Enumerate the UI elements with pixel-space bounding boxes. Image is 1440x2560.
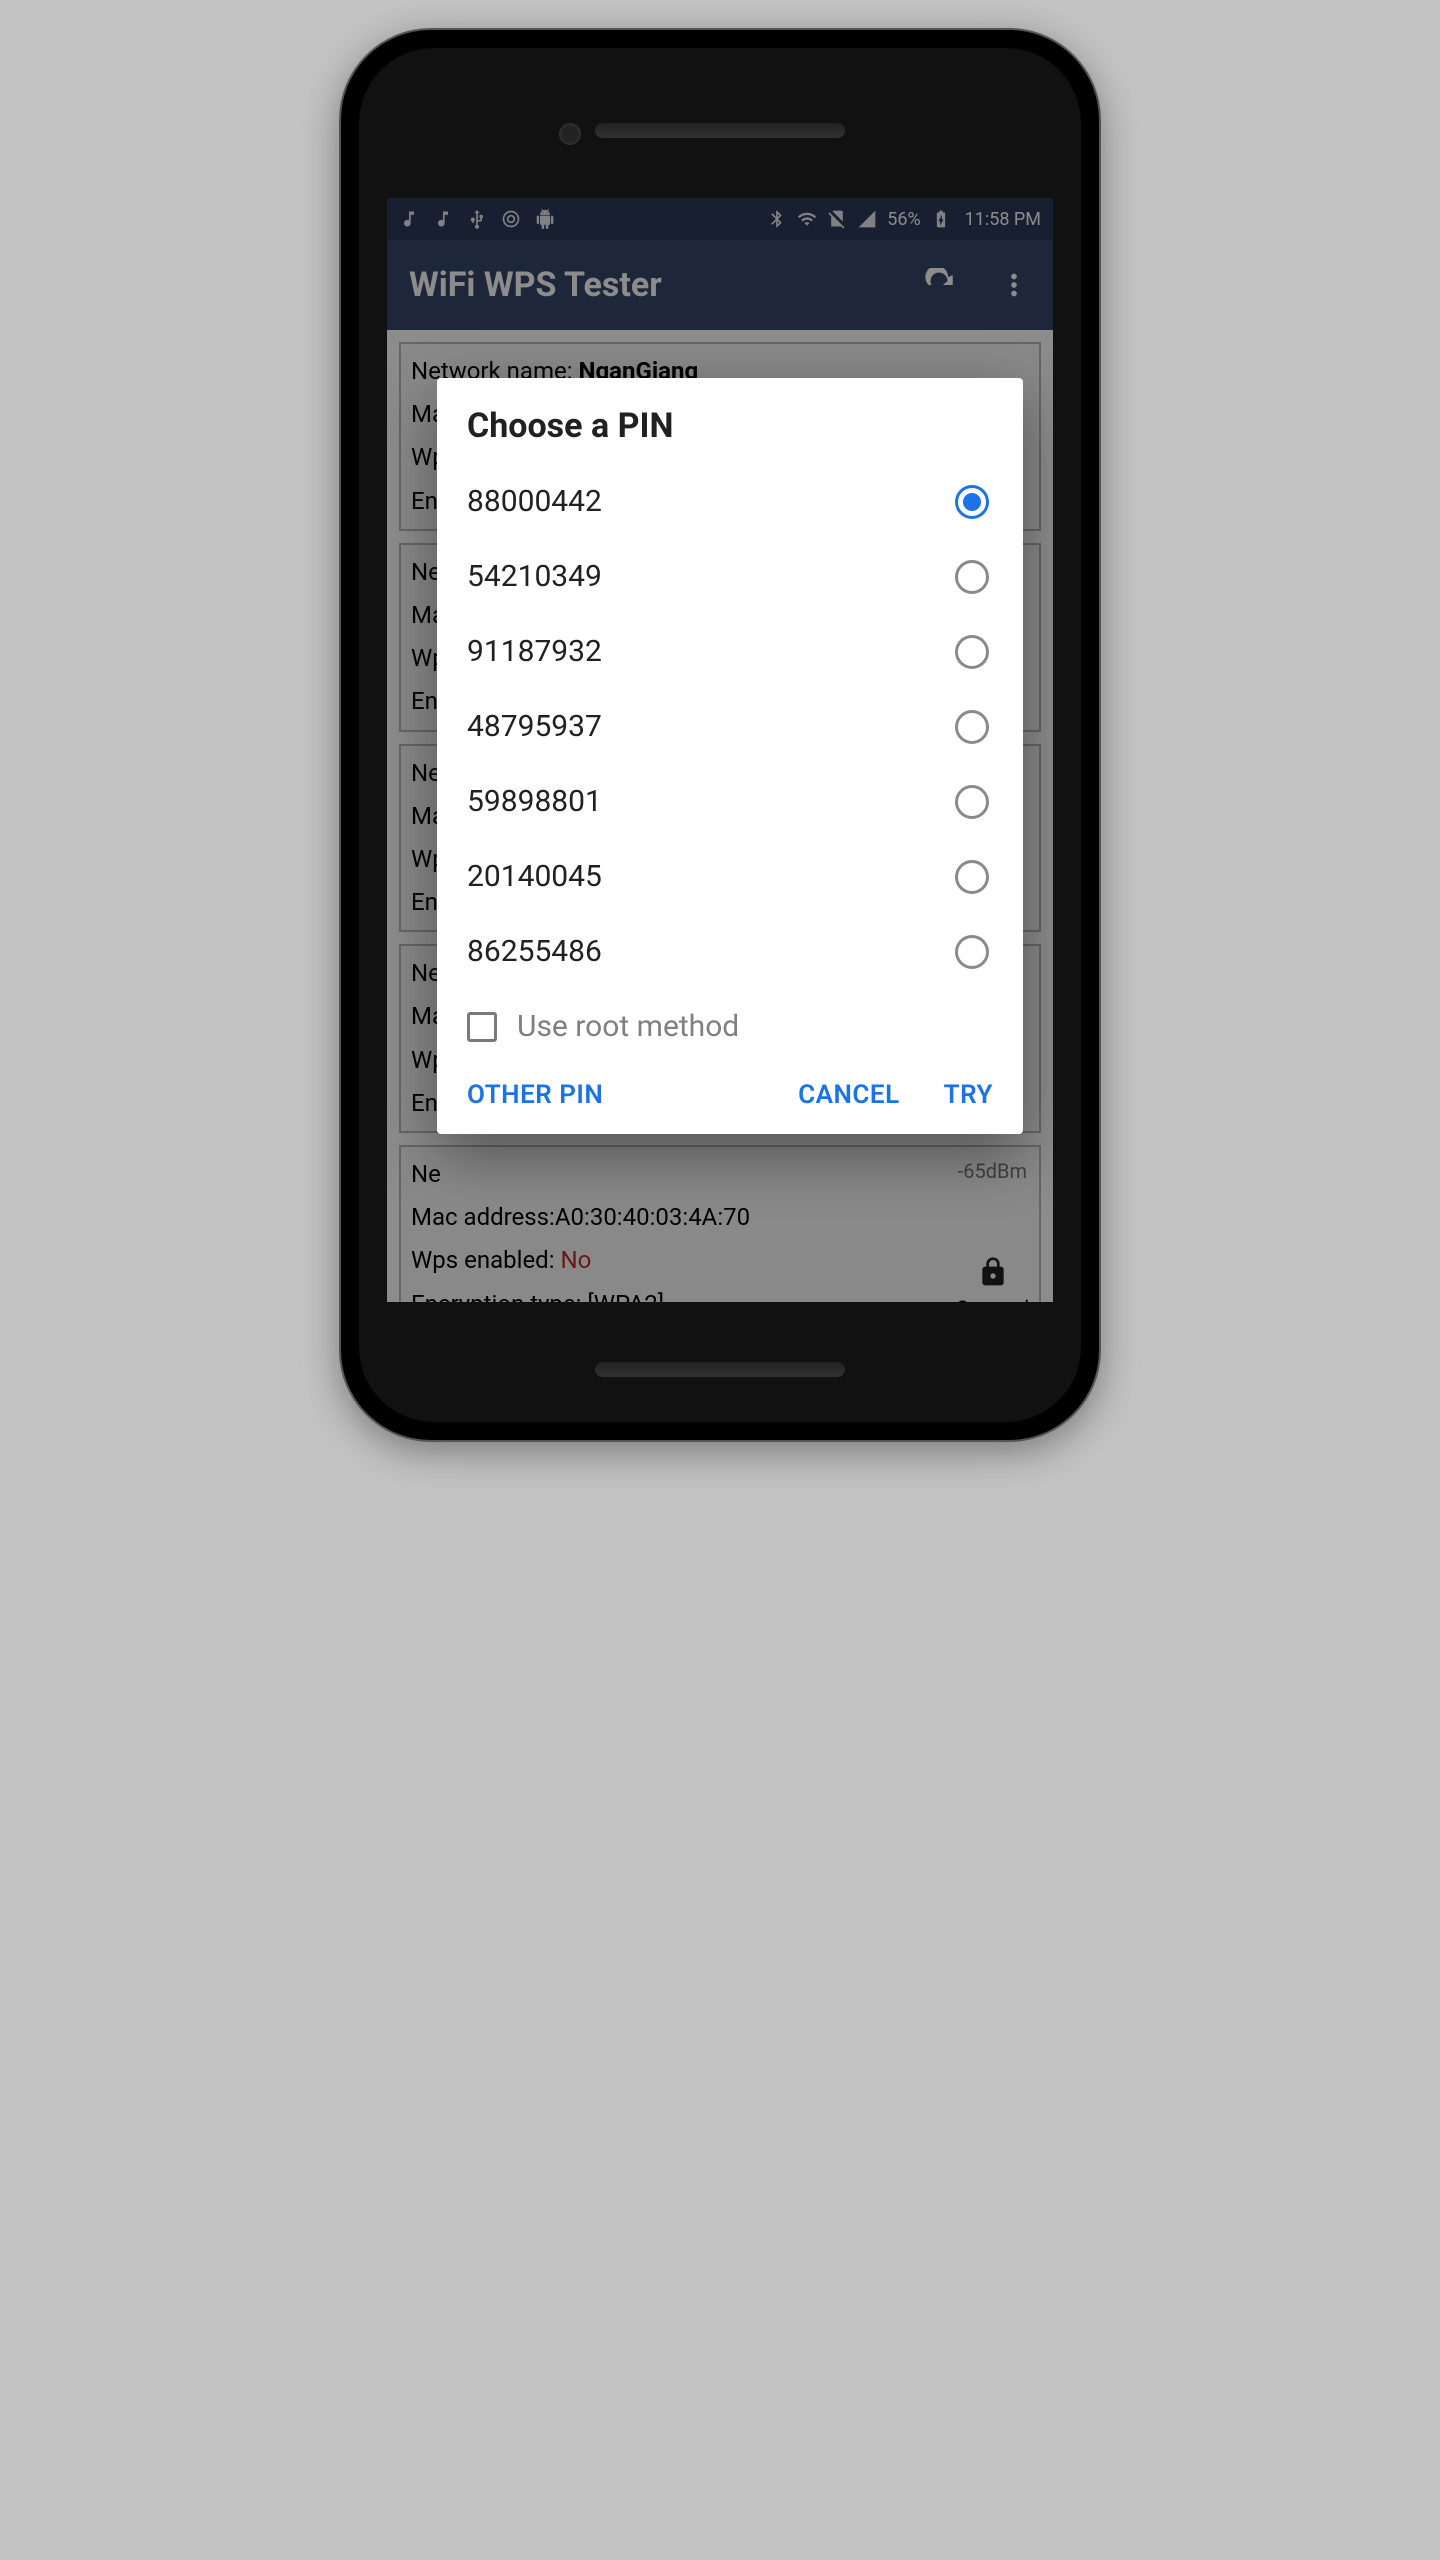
radio-icon bbox=[955, 860, 989, 894]
pin-list: 88000442 54210349 91187932 48795937 bbox=[437, 464, 1023, 989]
root-label: Use root method bbox=[517, 1009, 739, 1044]
speaker-bottom bbox=[595, 1362, 845, 1377]
radio-icon bbox=[955, 710, 989, 744]
radio-icon bbox=[955, 560, 989, 594]
pin-value: 20140045 bbox=[467, 859, 602, 894]
pin-option[interactable]: 48795937 bbox=[437, 689, 1023, 764]
pin-option[interactable]: 86255486 bbox=[437, 914, 1023, 989]
pin-option[interactable]: 54210349 bbox=[437, 539, 1023, 614]
pin-option[interactable]: 59898801 bbox=[437, 764, 1023, 839]
pin-value: 86255486 bbox=[467, 934, 602, 969]
spacer bbox=[647, 1080, 754, 1110]
front-camera bbox=[559, 123, 581, 145]
radio-icon bbox=[955, 485, 989, 519]
pin-option[interactable]: 91187932 bbox=[437, 614, 1023, 689]
try-button[interactable]: TRY bbox=[944, 1080, 993, 1110]
pin-value: 91187932 bbox=[467, 634, 602, 669]
radio-icon bbox=[955, 635, 989, 669]
phone-frame: 56% 11:58 PM WiFi WPS Tester Network nam… bbox=[341, 30, 1099, 1440]
pin-dialog: Choose a PIN 88000442 54210349 91187932 bbox=[437, 378, 1023, 1134]
screen: 56% 11:58 PM WiFi WPS Tester Network nam… bbox=[387, 198, 1053, 1302]
pin-option[interactable]: 20140045 bbox=[437, 839, 1023, 914]
pin-value: 54210349 bbox=[467, 559, 602, 594]
phone-inner: 56% 11:58 PM WiFi WPS Tester Network nam… bbox=[359, 48, 1081, 1422]
dialog-title: Choose a PIN bbox=[437, 406, 1023, 464]
speaker-top bbox=[595, 123, 845, 138]
pin-value: 48795937 bbox=[467, 709, 602, 744]
radio-icon bbox=[955, 785, 989, 819]
pin-value: 88000442 bbox=[467, 484, 602, 519]
checkbox-icon bbox=[467, 1012, 497, 1042]
radio-icon bbox=[955, 935, 989, 969]
dialog-actions: OTHER PIN CANCEL TRY bbox=[437, 1070, 1023, 1134]
pin-option[interactable]: 88000442 bbox=[437, 464, 1023, 539]
cancel-button[interactable]: CANCEL bbox=[798, 1080, 899, 1110]
pin-value: 59898801 bbox=[467, 784, 602, 819]
other-pin-button[interactable]: OTHER PIN bbox=[467, 1080, 603, 1110]
use-root-row[interactable]: Use root method bbox=[437, 989, 1023, 1070]
